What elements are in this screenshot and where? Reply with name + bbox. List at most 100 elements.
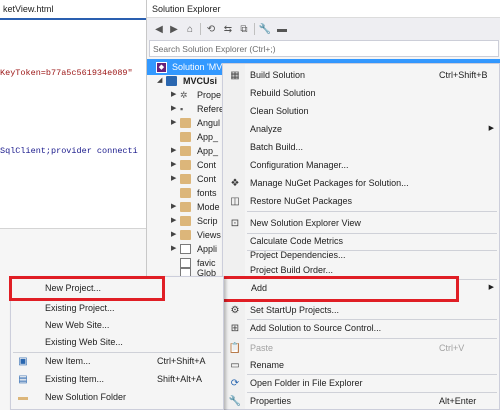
expand-arrow-icon[interactable]: ▶ [171,104,176,112]
menu-item-shortcut: Alt+Enter [439,396,477,406]
toolbar-separator [254,23,255,35]
menu-item-restore-nuget[interactable]: ◫ Restore NuGet Packages [223,192,499,211]
tree-item[interactable]: App_ [171,131,223,145]
new-folder-icon: ▬ [18,392,28,403]
menu-item-properties[interactable]: 🔧 Properties Alt+Enter [223,392,499,410]
collapse-all-icon[interactable]: ⧉ [237,22,251,36]
nuget-restore-icon: ◫ [230,196,240,207]
tree-item-label: Views [197,230,221,240]
menu-item-label: New Project... [45,283,102,293]
menu-separator [247,211,497,212]
expand-arrow-icon[interactable]: ◢ [157,76,162,84]
toolbar-separator [200,23,201,35]
home-icon[interactable]: ⌂ [183,22,197,36]
menu-item-analyze[interactable]: Analyze ▶ [223,120,499,139]
expand-arrow-icon[interactable]: ▶ [171,230,176,238]
tree-item[interactable]: fonts [171,187,223,201]
tree-item[interactable]: ▶ Cont [171,173,223,187]
wrench-icon: 🔧 [228,396,242,407]
menu-item-label: Batch Build... [250,142,304,152]
menu-item-label: Build Solution [250,70,306,80]
menu-item-new-item[interactable]: ▣ New Item... Ctrl+Shift+A [11,352,223,371]
menu-item-project-build-order[interactable]: Project Build Order... [223,261,499,280]
file-icon [180,244,191,254]
refresh-icon: ⟳ [230,378,240,389]
menu-item-manage-nuget[interactable]: ❖ Manage NuGet Packages for Solution... [223,174,499,193]
forward-icon[interactable]: ▶ [167,22,181,36]
submenu-arrow-icon: ▶ [488,125,494,132]
tree-item-label: Angul [197,118,221,128]
menu-item-new-project[interactable]: New Project... [9,276,165,301]
tree-item-label: App_ [197,132,219,142]
tree-item-label: fonts [197,188,217,198]
menu-item-set-startup-projects[interactable]: ⚙ Set StartUp Projects... [223,301,499,320]
tree-item[interactable]: ▶ ▪ Refere [171,103,225,117]
folder-icon [180,118,191,128]
menu-item-add[interactable]: Add [221,276,459,302]
menu-item-new-solution-folder[interactable]: ▬ New Solution Folder [11,388,223,407]
menu-item-existing-item[interactable]: ▤ Existing Item... Shift+Alt+A [11,370,223,389]
menu-item-open-folder[interactable]: ⟳ Open Folder in File Explorer [223,374,499,393]
expand-arrow-icon[interactable]: ▶ [171,160,176,168]
expand-arrow-icon[interactable]: ▶ [171,216,176,224]
menu-item-existing-web-site[interactable]: Existing Web Site... [11,333,223,352]
tree-item-label: Cont [197,174,217,184]
submenu-arrow-icon: ▶ [488,284,494,291]
code-line: SqlClient;provider connecti [0,146,138,156]
menu-item-configuration-manager[interactable]: Configuration Manager... [223,156,499,175]
menu-item-label: Open Folder in File Explorer [250,378,363,388]
tree-item[interactable]: ▶ Views [171,229,223,243]
menu-item-label: Add Solution to Source Control... [250,323,382,333]
nuget-icon: ❖ [230,178,240,189]
menu-item-label: Manage NuGet Packages for Solution... [250,178,409,188]
menu-item-rebuild-solution[interactable]: Rebuild Solution [223,84,499,103]
menu-item-label: Restore NuGet Packages [250,196,353,206]
menu-item-label: Configuration Manager... [250,160,349,170]
menu-item-batch-build[interactable]: Batch Build... [223,138,499,157]
tree-item[interactable]: ▶ ✲ Prope [171,89,223,103]
properties-wrench-icon[interactable]: 🔧 [258,22,272,36]
tree-item[interactable]: ▶ Mode [171,201,223,215]
expand-arrow-icon[interactable]: ▶ [171,202,176,210]
tree-item-label: Refere [197,104,225,114]
menu-item-add-to-source-control[interactable]: ⊞ Add Solution to Source Control... [223,319,499,338]
expand-arrow-icon[interactable]: ▶ [171,146,176,154]
menu-item-shortcut: Shift+Alt+A [157,374,203,384]
menu-item-new-solution-explorer-view[interactable]: ⊡ New Solution Explorer View [223,214,499,233]
solution-icon: ◆ [156,62,167,73]
menu-item-label: Project Dependencies... [250,250,346,260]
preview-icon[interactable]: ▬ [275,22,289,36]
menu-item-rename[interactable]: ▭ Rename [223,356,499,375]
folder-icon [180,202,191,212]
menu-item-label: Rebuild Solution [250,88,316,98]
tree-item-label: App_ [197,146,219,156]
sync-icon[interactable]: ⇆ [221,22,235,36]
tree-item-project[interactable]: ◢ MVCUsi [157,75,223,89]
expand-arrow-icon[interactable]: ▶ [171,244,176,252]
editor-tab-strip: ketView.html [0,0,146,20]
menu-item-label: Existing Project... [45,303,115,313]
menu-item-shortcut: Ctrl+Shift+A [157,356,206,366]
gear-icon: ✲ [180,90,188,100]
rename-icon: ▭ [230,360,240,371]
expand-arrow-icon[interactable]: ▶ [171,174,176,182]
tree-item[interactable]: ▶ Scrip [171,215,223,229]
history-icon[interactable]: ⟲ [204,22,218,36]
editor-tab[interactable]: ketView.html [0,0,59,18]
tree-item-label: Appli [197,244,218,254]
tree-item[interactable]: ▶ Angul [171,117,223,131]
expand-arrow-icon[interactable]: ▶ [171,118,176,126]
add-submenu: New Project... Existing Project... New W… [9,276,224,410]
references-icon: ▪ [180,104,184,114]
code-line: KeyToken=b77a5c561934e089" [0,68,133,78]
tree-item[interactable]: ▶ Appli [171,243,223,257]
menu-item-build-solution[interactable]: ▦ Build Solution Ctrl+Shift+B [223,66,499,85]
menu-item-label: Rename [250,360,285,370]
menu-item-clean-solution[interactable]: Clean Solution [223,102,499,121]
search-input[interactable]: Search Solution Explorer (Ctrl+;) [149,40,499,57]
tree-item[interactable]: ▶ Cont [171,159,223,173]
expand-arrow-icon[interactable]: ▶ [171,90,176,98]
tree-item[interactable]: ▶ App_ [171,145,223,159]
panel-title: Solution Explorer [152,4,221,14]
back-icon[interactable]: ◀ [152,22,166,36]
